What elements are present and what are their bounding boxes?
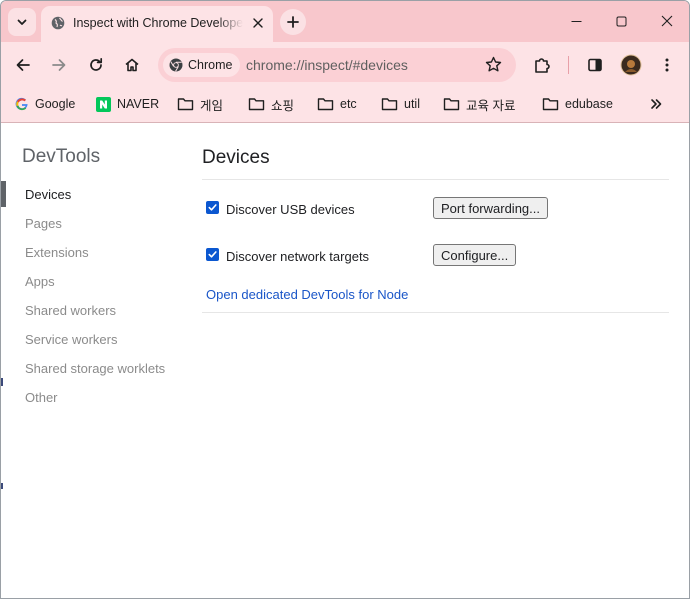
sidebar-item-other[interactable]: Other (25, 390, 58, 405)
bookmark-label: edubase (565, 97, 613, 111)
side-panel-icon (588, 58, 602, 72)
folder-icon (542, 98, 559, 111)
bookmark-folder-shopping[interactable]: 쇼핑 (248, 93, 294, 115)
google-icon (15, 97, 28, 111)
configure-button[interactable]: Configure... (433, 244, 517, 266)
bookmark-naver[interactable]: NAVER (96, 93, 159, 115)
page-title: Devices (202, 147, 270, 168)
globe-icon (51, 16, 65, 30)
arrow-left-icon (16, 59, 30, 71)
bookmark-folder-etc[interactable]: etc (317, 93, 357, 115)
sidebar-item-shared-workers[interactable]: Shared workers (25, 303, 116, 318)
sidebar-item-service-workers[interactable]: Service workers (25, 332, 117, 347)
close-icon (661, 15, 673, 27)
tab-search-button[interactable] (8, 8, 36, 36)
window-close-button[interactable] (645, 5, 689, 37)
forward-button[interactable] (45, 51, 73, 79)
arrow-right-icon (52, 59, 66, 71)
discover-usb-checkbox[interactable] (206, 201, 219, 214)
plus-icon (287, 16, 299, 28)
folder-icon (177, 98, 194, 111)
folder-icon (381, 98, 398, 111)
back-button[interactable] (9, 51, 37, 79)
port-forwarding-button[interactable]: Port forwarding... (433, 197, 548, 219)
toolbar-divider (568, 56, 569, 74)
checkmark-icon (208, 204, 217, 211)
chevron-double-right-icon (651, 99, 662, 109)
bookmark-folder-games[interactable]: 게임 (177, 93, 223, 115)
tab-strip: Inspect with Chrome Developer Tools (1, 1, 689, 42)
bookmark-folder-util[interactable]: util (381, 93, 420, 115)
minimize-icon (571, 20, 581, 22)
chevron-down-icon (17, 19, 27, 25)
puzzle-icon (535, 58, 550, 73)
bookmark-star-icon[interactable] (485, 56, 502, 78)
edge-mark (1, 378, 3, 386)
sidebar-item-apps[interactable]: Apps (25, 274, 55, 289)
bookmark-label: 쇼핑 (271, 98, 295, 113)
minimize-button[interactable] (554, 5, 598, 37)
discover-network-label: Discover network targets (226, 249, 370, 264)
reload-icon (90, 57, 103, 71)
bookmark-label: etc (340, 97, 357, 111)
tab-title: Inspect with Chrome Developer Tools (73, 16, 243, 30)
folder-icon (248, 98, 265, 111)
close-icon[interactable] (249, 14, 267, 32)
home-icon (125, 58, 139, 72)
folder-icon (317, 98, 334, 111)
bookmark-folder-edubase[interactable]: edubase (542, 93, 613, 115)
address-bar[interactable]: Chrome chrome://inspect/#devices (158, 48, 516, 82)
bookmark-folder-education[interactable]: 교육 자료 (443, 93, 515, 115)
bookmark-label: util (404, 97, 420, 111)
maximize-button[interactable] (599, 5, 643, 37)
more-vert-icon (665, 58, 669, 72)
menu-button[interactable] (653, 51, 681, 79)
url-text[interactable]: chrome://inspect/#devices (246, 57, 408, 73)
home-button[interactable] (118, 51, 146, 79)
site-info-label: Chrome (188, 58, 233, 72)
discover-usb-label: Discover USB devices (226, 202, 355, 217)
tab-active[interactable]: Inspect with Chrome Developer Tools (41, 6, 273, 42)
browser-window: Inspect with Chrome Developer Tools (0, 0, 690, 599)
sidebar-item-shared-storage-worklets[interactable]: Shared storage worklets (25, 361, 165, 376)
open-node-devtools-link[interactable]: Open dedicated DevTools for Node (206, 287, 408, 302)
edge-mark (1, 483, 3, 489)
bookmark-label: NAVER (117, 97, 160, 111)
avatar (620, 54, 642, 76)
bookmark-label: Google (35, 97, 76, 111)
section-divider (202, 312, 669, 313)
sidebar-item-devices[interactable]: Devices (25, 187, 71, 202)
bookmark-google[interactable]: Google (15, 93, 75, 115)
extensions-button[interactable] (528, 51, 556, 79)
folder-icon (443, 98, 460, 111)
site-info-chip[interactable]: Chrome (163, 53, 241, 77)
discover-network-checkbox[interactable] (206, 248, 219, 261)
title-divider (202, 179, 669, 180)
maximize-icon (616, 16, 626, 26)
sidebar-title: DevTools (22, 146, 101, 167)
checkmark-icon (208, 251, 217, 258)
naver-icon (96, 96, 111, 112)
bookmarks-overflow-button[interactable] (650, 93, 662, 115)
toolbar: Chrome chrome://inspect/#devices (1, 42, 689, 88)
new-tab-button[interactable] (280, 9, 306, 35)
reload-button[interactable] (82, 51, 110, 79)
side-panel-button[interactable] (581, 51, 609, 79)
selection-indicator (1, 181, 6, 207)
bookmark-label: 게임 (200, 98, 224, 113)
sidebar-item-extensions[interactable]: Extensions (25, 245, 89, 260)
chrome-icon (169, 58, 183, 72)
sidebar-item-pages[interactable]: Pages (25, 216, 62, 231)
bookmarks-bar: Google NAVER 게임 쇼핑 etc util 교육 자료 edubas… (1, 88, 689, 123)
bookmark-label: 교육 자료 (466, 98, 516, 113)
profile-button[interactable] (617, 51, 645, 79)
page-content: DevTools Devices Pages Extensions Apps S… (1, 123, 689, 598)
